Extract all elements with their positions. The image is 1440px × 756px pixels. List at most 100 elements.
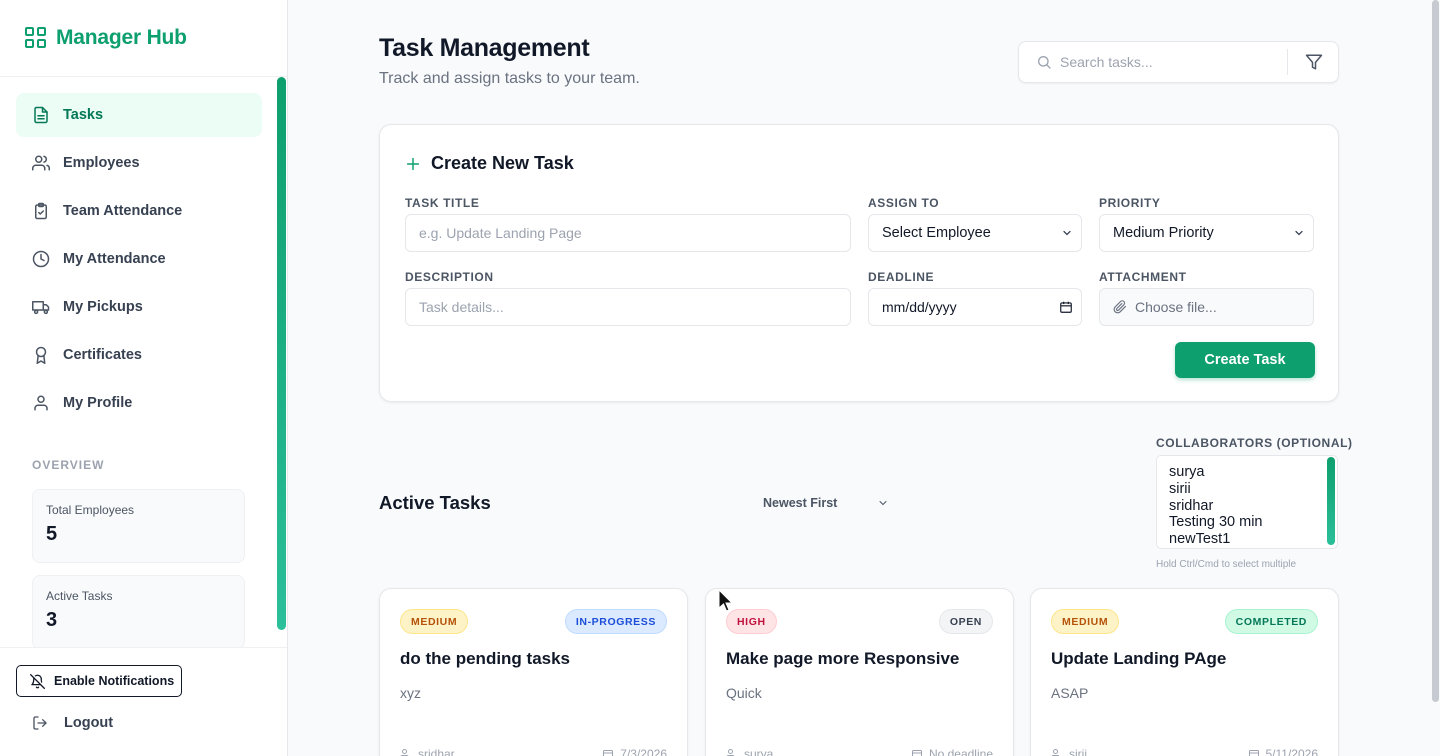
sidebar-item-my-attendance[interactable]: My Attendance (16, 237, 262, 281)
brand[interactable]: Manager Hub (0, 0, 287, 77)
assignee-name: sirii (1069, 747, 1087, 756)
chevron-down-icon (879, 501, 887, 506)
sidebar-item-tasks[interactable]: Tasks (16, 93, 262, 137)
assign-to-select[interactable]: Select Employee (868, 214, 1082, 252)
collaborator-option[interactable]: newTest1 (1169, 531, 1337, 548)
task-footer: surya No deadline (726, 747, 993, 756)
sidebar-scrollbar[interactable] (277, 77, 286, 630)
page-scrollbar[interactable] (1430, 0, 1440, 702)
task-footer: sridhar 7/3/2026 (400, 747, 667, 756)
collaborator-option[interactable]: surya (1169, 464, 1337, 481)
sidebar-item-my-pickups[interactable]: My Pickups (16, 285, 262, 329)
stat-total-employees: Total Employees 5 (32, 489, 245, 563)
deadline-date: 7/3/2026 (620, 747, 667, 756)
create-task-title: Create New Task (431, 153, 574, 173)
calendar-icon (603, 750, 614, 756)
truck-icon (32, 301, 50, 315)
deadline-label: DEADLINE (868, 270, 935, 284)
attachment-label: ATTACHMENT (1099, 270, 1187, 284)
sidebar-nav: Tasks Employees Team Attendance My Atten… (16, 93, 262, 429)
stat-active-tasks: Active Tasks 3 (32, 575, 245, 649)
enable-notifications-label: Enable Notifications (54, 674, 175, 688)
grid-icon (25, 27, 47, 49)
priority-value: Medium Priority (1113, 225, 1214, 241)
task-description: ASAP (1051, 685, 1089, 701)
task-card[interactable]: MEDIUM COMPLETED Update Landing PAge ASA… (1030, 588, 1339, 756)
attachment-input[interactable]: Choose file... (1099, 288, 1314, 326)
create-task-button[interactable]: Create Task (1175, 342, 1315, 378)
sidebar-footer: Enable Notifications Logout (0, 647, 287, 756)
sort-value: Newest First (763, 496, 838, 510)
assignee-name: surya (744, 747, 774, 756)
page-title: Task Management (379, 34, 590, 62)
priority-select[interactable]: Medium Priority (1099, 214, 1314, 252)
search-bar (1018, 41, 1339, 83)
task-deadline: 7/3/2026 (602, 747, 667, 756)
task-card[interactable]: MEDIUM IN-PROGRESS do the pending tasks … (379, 588, 688, 756)
logout-button[interactable]: Logout (32, 712, 113, 734)
task-deadline: 5/11/2026 (1248, 747, 1318, 756)
users-icon (32, 155, 50, 171)
collaborator-option[interactable]: Testing 30 min (1169, 514, 1337, 531)
deadline-value: mm/dd/yyyy (882, 299, 957, 315)
description-label: DESCRIPTION (405, 270, 494, 284)
task-description: Quick (726, 685, 762, 701)
calendar-icon (1248, 750, 1259, 756)
paperclip-icon (1113, 300, 1127, 314)
sidebar-item-certificates[interactable]: Certificates (16, 333, 262, 377)
brand-name: Manager Hub (56, 26, 187, 49)
task-title: Update Landing PAge (1051, 649, 1227, 668)
priority-label: PRIORITY (1099, 196, 1161, 210)
search-input[interactable] (1060, 54, 1280, 70)
sidebar-item-label: Employees (63, 155, 140, 171)
task-title: Make page more Responsive (726, 649, 960, 668)
task-deadline: No deadline (911, 747, 993, 756)
task-assignee: surya (726, 747, 773, 756)
users-icon (726, 749, 735, 756)
create-task-card: Create New Task TASK TITLE e.g. Update L… (379, 124, 1339, 402)
priority-badge: MEDIUM (400, 609, 469, 634)
sidebar-item-employees[interactable]: Employees (16, 141, 262, 185)
sidebar: Manager Hub Tasks Employees Team Attenda… (0, 0, 288, 756)
chevron-down-icon (1063, 230, 1071, 236)
stat-label: Total Employees (46, 503, 135, 517)
sidebar-item-label: My Pickups (63, 299, 143, 315)
task-footer: sirii 5/11/2026 (1051, 747, 1318, 756)
sidebar-item-label: Tasks (63, 107, 104, 123)
award-icon (35, 346, 47, 364)
deadline-date: No deadline (928, 747, 993, 756)
logout-label: Logout (64, 715, 114, 731)
collaborator-option[interactable]: sridhar (1169, 498, 1337, 515)
sidebar-item-label: Team Attendance (63, 203, 183, 219)
users-icon (400, 749, 409, 756)
task-assignee: sridhar (400, 747, 455, 756)
stat-value: 5 (46, 523, 58, 545)
calendar-icon[interactable] (1059, 300, 1073, 314)
status-badge: OPEN (938, 609, 993, 634)
collaborators-select[interactable]: surya sirii sridhar Testing 30 min newTe… (1156, 455, 1338, 549)
task-title-label: TASK TITLE (405, 196, 480, 210)
task-card[interactable]: HIGH OPEN Make page more Responsive Quic… (705, 588, 1014, 756)
logout-icon (33, 716, 47, 730)
assign-to-value: Select Employee (882, 225, 991, 241)
create-task-heading: Create New Task (405, 153, 574, 174)
sidebar-item-my-profile[interactable]: My Profile (16, 381, 262, 425)
collaborators-hint: Hold Ctrl/Cmd to select multiple (1156, 559, 1297, 570)
enable-notifications-button[interactable]: Enable Notifications (16, 665, 182, 697)
task-description: xyz (400, 685, 421, 701)
task-title-input[interactable]: e.g. Update Landing Page (405, 214, 851, 252)
description-input[interactable]: Task details... (405, 288, 851, 326)
collaborators-label: COLLABORATORS (OPTIONAL) (1156, 436, 1353, 450)
filter-icon[interactable] (1305, 53, 1323, 71)
deadline-input[interactable]: mm/dd/yyyy (868, 288, 1082, 326)
collaborator-option[interactable]: sirii (1169, 481, 1337, 498)
sort-select[interactable]: Newest First (763, 496, 889, 510)
assignee-name: sridhar (418, 747, 455, 756)
sidebar-item-label: My Attendance (63, 251, 166, 267)
sidebar-item-team-attendance[interactable]: Team Attendance (16, 189, 262, 233)
collaborators-scrollbar[interactable] (1327, 457, 1335, 545)
active-tasks-heading: Active Tasks (379, 492, 491, 513)
clipboard-check-icon (35, 202, 47, 220)
sidebar-item-label: My Profile (63, 395, 133, 411)
task-title: do the pending tasks (400, 649, 571, 668)
